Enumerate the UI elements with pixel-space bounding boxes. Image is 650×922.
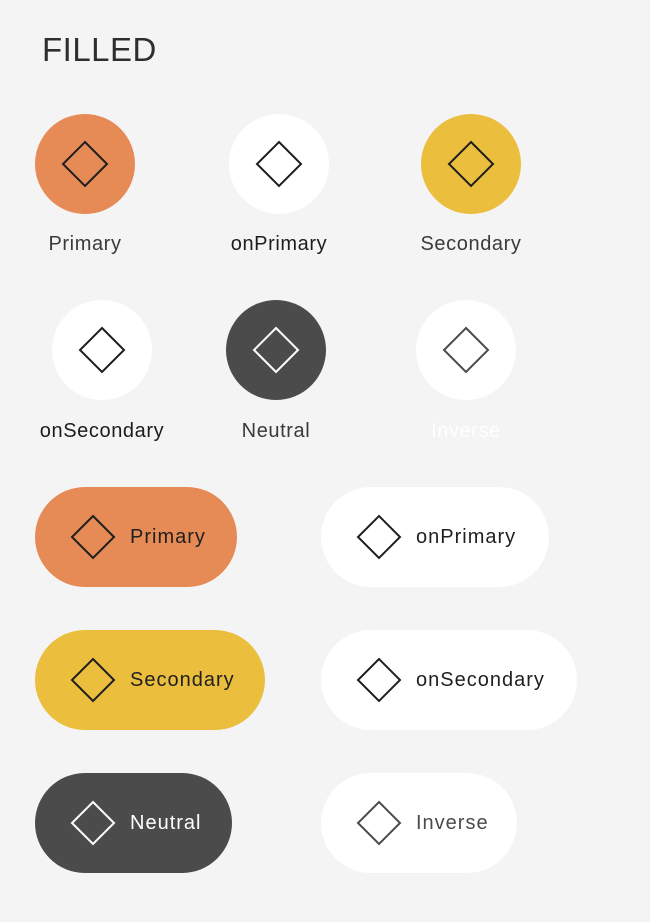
primary-button[interactable]: Primary: [35, 487, 237, 587]
primary-button-label: Primary: [130, 526, 206, 548]
diamond-icon: [252, 326, 300, 374]
diamond-icon: [447, 140, 495, 188]
diamond-icon: [61, 140, 109, 188]
neutral-icon-label: Neutral: [241, 420, 311, 442]
diamond-icon: [255, 140, 303, 188]
diamond-icon: [442, 326, 490, 374]
on-secondary-button-label: onSecondary: [416, 669, 545, 691]
diamond-icon: [355, 799, 403, 847]
on-primary-button-label: onPrimary: [416, 526, 517, 548]
primary-icon-button[interactable]: [35, 114, 135, 214]
diamond-icon: [69, 799, 117, 847]
diamond-icon: [69, 656, 117, 704]
diamond-icon: [69, 513, 117, 561]
secondary-button[interactable]: Secondary: [35, 630, 265, 730]
neutral-button[interactable]: Neutral: [35, 773, 232, 873]
neutral-button-label: Neutral: [130, 812, 202, 834]
secondary-button-label: Secondary: [130, 669, 235, 691]
section-title: FILLED: [42, 31, 157, 68]
inverse-icon-label: Inverse: [431, 420, 501, 442]
on-primary-button[interactable]: onPrimary: [321, 487, 549, 587]
inverse-button-label: Inverse: [416, 812, 489, 834]
on-primary-icon-button[interactable]: [229, 114, 329, 214]
on-secondary-button[interactable]: onSecondary: [321, 630, 577, 730]
diamond-icon: [355, 656, 403, 704]
on-primary-icon-label: onPrimary: [230, 233, 328, 255]
diamond-icon: [355, 513, 403, 561]
neutral-icon-button[interactable]: [226, 300, 326, 400]
inverse-icon-button[interactable]: [416, 300, 516, 400]
inverse-button[interactable]: Inverse: [321, 773, 517, 873]
diamond-icon: [78, 326, 126, 374]
primary-icon-label: Primary: [48, 233, 122, 255]
secondary-icon-button[interactable]: [421, 114, 521, 214]
on-secondary-icon-label: onSecondary: [39, 420, 165, 442]
on-secondary-icon-button[interactable]: [52, 300, 152, 400]
secondary-icon-label: Secondary: [420, 233, 522, 255]
